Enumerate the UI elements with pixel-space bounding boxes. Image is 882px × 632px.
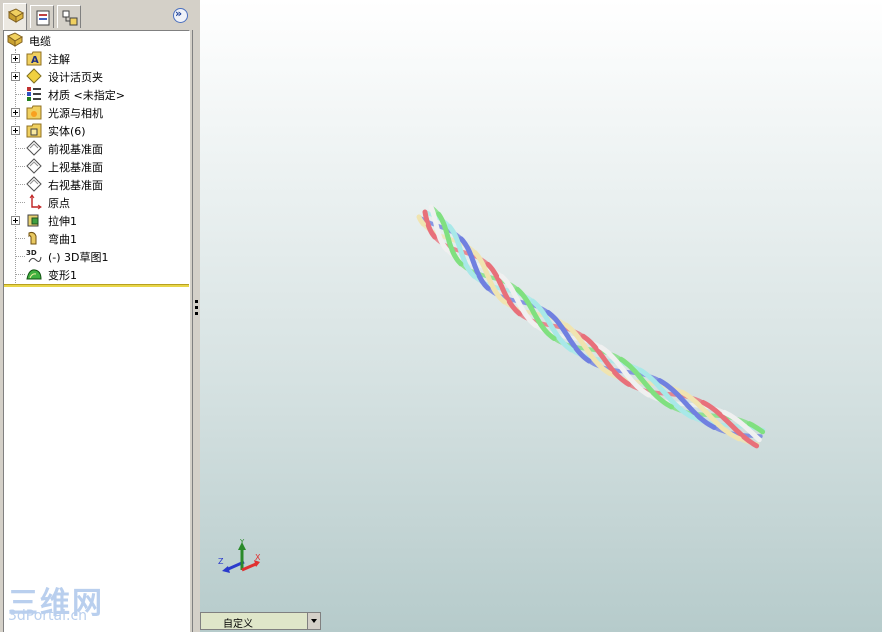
reference-triad: Z Y X xyxy=(218,538,261,573)
expand-toggle[interactable] xyxy=(11,54,20,63)
tree-item-label: 注解 xyxy=(48,53,70,66)
expand-toggle[interactable] xyxy=(11,126,20,135)
tree-item-material[interactable]: 材质 <未指定> xyxy=(4,85,189,103)
tree-item-flex1[interactable]: 弯曲1 xyxy=(4,229,189,247)
property-manager-tab[interactable] xyxy=(30,5,54,28)
plane-icon xyxy=(26,176,42,192)
svg-text:3D: 3D xyxy=(26,249,37,257)
tree-connector xyxy=(16,238,25,239)
rollback-bar[interactable] xyxy=(4,284,189,287)
design-binder-icon xyxy=(26,68,42,84)
plane-icon xyxy=(26,158,42,174)
configuration-manager-icon xyxy=(62,10,78,26)
part-icon xyxy=(7,32,23,47)
tree-item-label: 材质 <未指定> xyxy=(48,89,125,102)
configuration-value: 自定义 xyxy=(223,619,253,630)
tree-item-label: 原点 xyxy=(48,197,70,210)
tree-item-label: 拉伸1 xyxy=(48,215,77,228)
tree-connector xyxy=(16,256,25,257)
annotations-icon: A xyxy=(26,51,42,66)
feature-manager-tab[interactable] xyxy=(3,3,27,30)
material-icon xyxy=(27,87,41,101)
tree-connector xyxy=(16,184,25,185)
triad-x-label: X xyxy=(255,553,261,562)
tree-item-label: 上视基准面 xyxy=(48,161,103,174)
tree-item-label: 弯曲1 xyxy=(48,233,77,246)
expand-toggle[interactable] xyxy=(11,108,20,117)
plane-icon xyxy=(26,140,42,156)
tree-connector xyxy=(16,94,25,95)
feature-manager-panel: » 电缆 A 注解 设计活页夹 材质 <未指定> 光源与相机 实体(6) 前视基… xyxy=(0,0,193,632)
graphics-viewport[interactable]: Z Y X 自定义 xyxy=(200,0,882,632)
property-manager-icon xyxy=(36,10,50,26)
tree-connector xyxy=(16,274,25,275)
tree-root-part[interactable]: 电缆 xyxy=(4,31,189,49)
tree-connector xyxy=(16,202,25,203)
configuration-dropdown[interactable]: 自定义 xyxy=(200,612,321,630)
expand-panel-button[interactable]: » xyxy=(173,7,188,23)
tree-item-design-binder[interactable]: 设计活页夹 xyxy=(4,67,189,85)
tree-item-lights-cameras[interactable]: 光源与相机 xyxy=(4,103,189,121)
deform-icon xyxy=(26,269,42,280)
flex-icon xyxy=(28,231,37,245)
expand-toggle[interactable] xyxy=(11,216,20,225)
tree-item-solid-bodies[interactable]: 实体(6) xyxy=(4,121,189,139)
tree-connector xyxy=(16,148,25,149)
expand-toggle[interactable] xyxy=(11,72,20,81)
tree-item-label: 光源与相机 xyxy=(48,107,103,120)
origin-icon xyxy=(29,194,42,210)
tree-root-label: 电缆 xyxy=(29,35,51,48)
svg-text:A: A xyxy=(31,55,39,66)
watermark-logo: 三维网 3dPortal.cn xyxy=(8,578,118,626)
tree-item-3d-sketch1[interactable]: 3D (-) 3D草图1 xyxy=(4,247,189,265)
tree-item-label: 实体(6) xyxy=(48,125,86,138)
feature-tree: 电缆 A 注解 设计活页夹 材质 <未指定> 光源与相机 实体(6) 前视基准面… xyxy=(3,30,190,632)
tree-item-label: (-) 3D草图1 xyxy=(48,251,109,264)
lights-cameras-icon xyxy=(26,105,42,120)
solidworks-window: » 电缆 A 注解 设计活页夹 材质 <未指定> 光源与相机 实体(6) 前视基… xyxy=(0,0,882,632)
panel-tab-bar: » xyxy=(0,0,193,30)
tree-item-annotations[interactable]: A 注解 xyxy=(4,49,189,67)
extrude-icon xyxy=(27,214,39,227)
tree-item-deform1[interactable]: 变形1 xyxy=(4,265,189,283)
configuration-manager-tab[interactable] xyxy=(57,5,81,28)
tree-connector xyxy=(16,166,25,167)
tree-item-label: 前视基准面 xyxy=(48,143,103,156)
tree-item-label: 右视基准面 xyxy=(48,179,103,192)
twisted-cable-model[interactable] xyxy=(200,0,882,632)
feature-manager-icon xyxy=(7,8,25,23)
tree-item-front-plane[interactable]: 前视基准面 xyxy=(4,139,189,157)
splitter-grip xyxy=(195,306,198,309)
3d-sketch-icon: 3D xyxy=(26,249,42,263)
tree-item-right-plane[interactable]: 右视基准面 xyxy=(4,175,189,193)
tree-item-label: 变形1 xyxy=(48,269,77,282)
splitter-grip xyxy=(195,300,198,303)
solid-bodies-icon xyxy=(26,123,42,138)
triad-y-label: Y xyxy=(239,538,245,546)
tree-item-extrude1[interactable]: 拉伸1 xyxy=(4,211,189,229)
panel-splitter[interactable] xyxy=(193,0,200,632)
triad-z-label: Z xyxy=(218,557,224,566)
chevron-double-right-icon: » xyxy=(175,7,183,20)
tree-item-top-plane[interactable]: 上视基准面 xyxy=(4,157,189,175)
chevron-down-icon[interactable] xyxy=(307,613,320,629)
tree-item-label: 设计活页夹 xyxy=(48,71,103,84)
tree-item-origin[interactable]: 原点 xyxy=(4,193,189,211)
triad-x-axis xyxy=(241,562,257,572)
splitter-grip xyxy=(195,312,198,315)
watermark-url: 3dPortal.cn xyxy=(8,608,88,624)
